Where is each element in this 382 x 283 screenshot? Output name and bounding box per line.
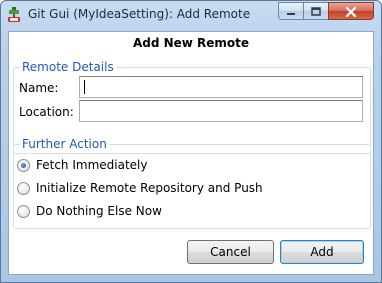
title-bar[interactable]: Git Gui (MyIdeaSetting): Add Remote <box>1 1 381 30</box>
close-icon <box>345 2 357 21</box>
minimize-button[interactable] <box>278 2 304 20</box>
location-field[interactable] <box>79 100 363 122</box>
minimize-icon <box>286 2 296 21</box>
dialog-title: Add New Remote <box>132 36 250 50</box>
maximize-icon <box>311 2 321 21</box>
radio-label: Fetch Immediately <box>36 158 148 172</box>
radio-button-icon[interactable] <box>17 204 30 218</box>
dialog-body: Add New Remote Remote Details Name: Loca… <box>8 31 374 275</box>
radio-fetch-immediately[interactable]: Fetch Immediately <box>17 157 147 173</box>
git-gui-icon[interactable] <box>7 7 21 23</box>
window-title: Git Gui (MyIdeaSetting): Add Remote <box>28 7 251 21</box>
remote-details-legend: Remote Details <box>22 60 114 74</box>
text-caret <box>84 80 85 94</box>
location-label: Location: <box>19 105 74 119</box>
cancel-button[interactable]: Cancel <box>187 240 274 264</box>
radio-selected-dot <box>21 162 26 168</box>
radio-button-icon[interactable] <box>17 181 30 195</box>
radio-label: Do Nothing Else Now <box>36 204 162 218</box>
radio-initialize-and-push[interactable]: Initialize Remote Repository and Push <box>17 180 263 196</box>
radio-button-icon[interactable] <box>17 158 30 172</box>
radio-label: Initialize Remote Repository and Push <box>36 181 263 195</box>
radio-do-nothing[interactable]: Do Nothing Else Now <box>17 203 162 219</box>
maximize-button[interactable] <box>303 2 329 20</box>
add-button[interactable]: Add <box>280 240 364 264</box>
name-label: Name: <box>19 81 59 95</box>
name-field[interactable] <box>79 76 363 98</box>
close-button[interactable] <box>328 2 374 20</box>
add-remote-window: Git Gui (MyIdeaSetting): Add Remote Add … <box>0 0 382 283</box>
further-action-legend: Further Action <box>22 137 107 151</box>
